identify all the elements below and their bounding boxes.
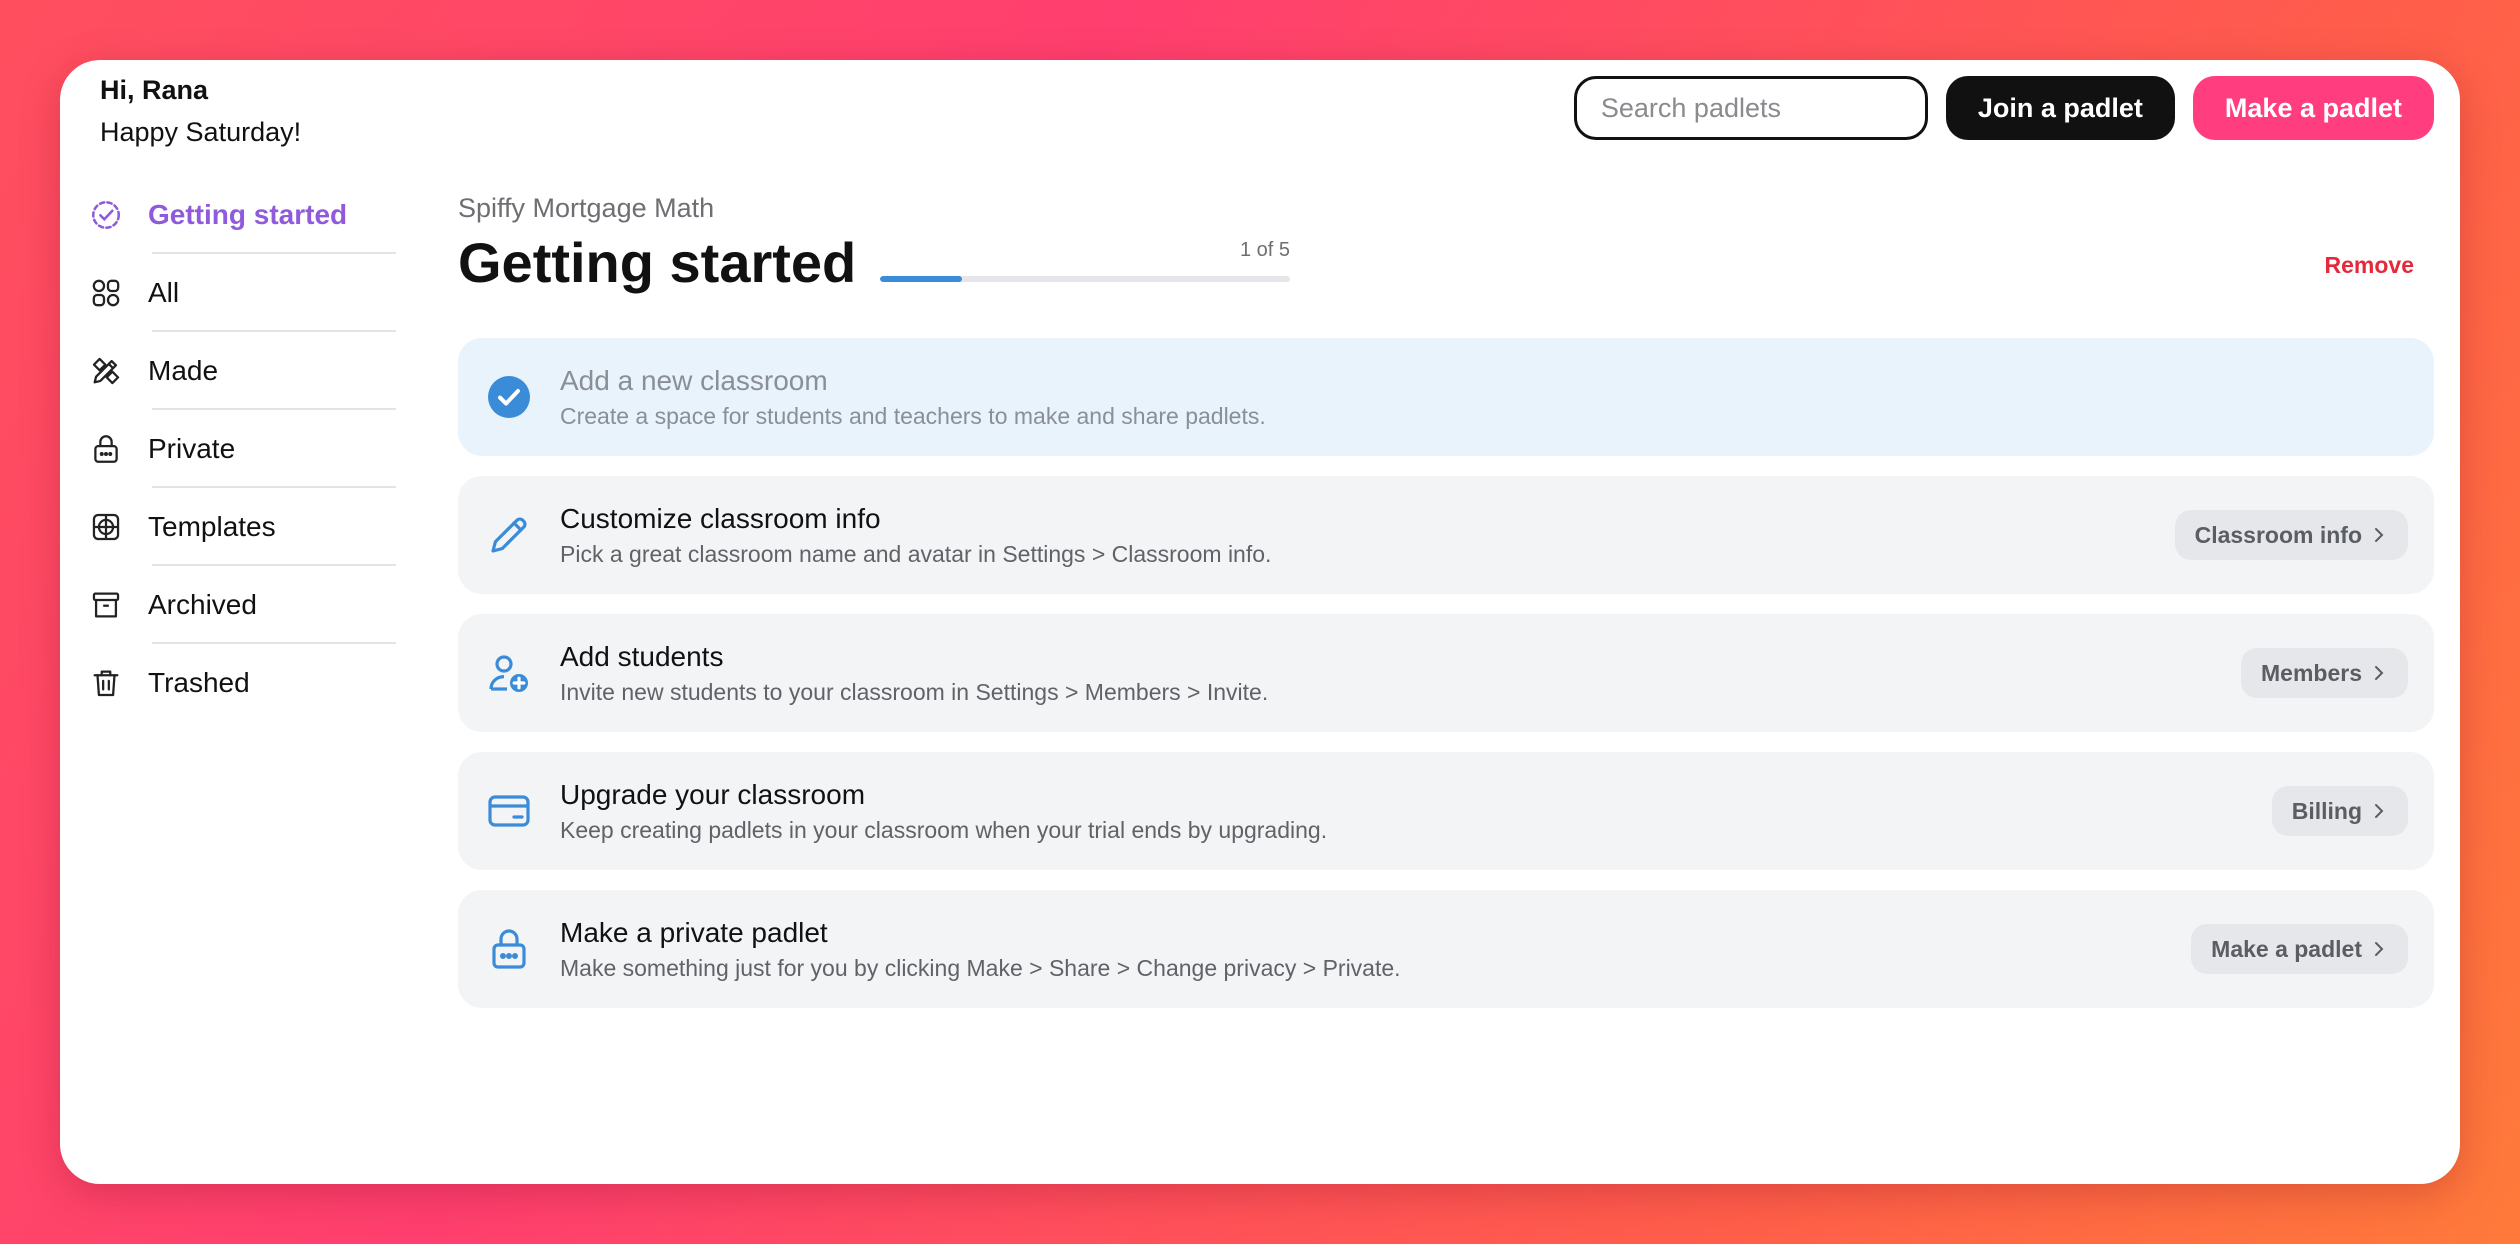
greeting: Hi, Rana Happy Saturday!	[100, 70, 301, 154]
archive-box-icon	[88, 587, 124, 623]
task-title: Customize classroom info	[560, 503, 881, 534]
chip-label: Classroom info	[2194, 521, 2362, 548]
task-text: Add a new classroom Create a space for s…	[560, 363, 1266, 431]
sidebar-item-label: Made	[148, 355, 219, 386]
billing-button[interactable]: Billing	[2271, 786, 2408, 836]
sidebar-item-label: Getting started	[148, 199, 348, 230]
task-private-padlet: Make a private padlet Make something jus…	[458, 890, 2434, 1008]
progress: 1 of 5	[880, 236, 1290, 282]
credit-card-icon	[484, 786, 534, 836]
header-actions: Join a padlet Make a padlet	[1573, 76, 2434, 140]
task-text: Upgrade your classroom Keep creating pad…	[560, 777, 1327, 845]
grid-shapes-icon	[88, 275, 124, 311]
task-add-classroom: Add a new classroom Create a space for s…	[458, 338, 2434, 456]
lock-icon	[88, 431, 124, 467]
join-padlet-button[interactable]: Join a padlet	[1945, 76, 2175, 140]
pencil-icon	[484, 510, 534, 560]
task-text: Make a private padlet Make something jus…	[560, 915, 1401, 983]
chevron-right-icon	[2375, 942, 2384, 956]
make-padlet-button[interactable]: Make a padlet	[2192, 76, 2434, 140]
chevron-right-icon	[2375, 666, 2384, 680]
task-list: Add a new classroom Create a space for s…	[458, 338, 2434, 1008]
greeting-name: Hi, Rana	[100, 75, 209, 105]
progress-label: 1 of 5	[1239, 239, 1290, 261]
greeting-day: Happy Saturday!	[100, 117, 302, 147]
sidebar-item-trashed[interactable]: Trashed	[88, 644, 396, 722]
sidebar-item-label: Templates	[148, 511, 276, 542]
task-text: Add students Invite new students to your…	[560, 639, 1268, 707]
task-customize-classroom: Customize classroom info Pick a great cl…	[458, 476, 2434, 594]
sidebar-item-templates[interactable]: Templates	[88, 488, 396, 566]
title-row: Getting started 1 of 5 Remove	[458, 226, 2434, 306]
task-title: Add students	[560, 641, 724, 672]
sidebar-item-archived[interactable]: Archived	[88, 566, 396, 644]
chip-label: Members	[2261, 659, 2362, 686]
chevron-right-icon	[2375, 528, 2384, 542]
org-name: Spiffy Mortgage Math	[458, 193, 715, 223]
task-desc: Pick a great classroom name and avatar i…	[560, 541, 1272, 567]
task-desc: Keep creating padlets in your classroom …	[560, 817, 1328, 843]
task-text: Customize classroom info Pick a great cl…	[560, 501, 1271, 569]
task-desc: Make something just for you by clicking …	[560, 955, 1401, 981]
user-add-icon	[484, 648, 534, 698]
check-circle-icon	[484, 372, 534, 422]
remove-button[interactable]: Remove	[2325, 252, 2414, 279]
page-title: Getting started	[458, 231, 857, 294]
progress-fill	[880, 276, 962, 282]
sidebar-item-label: All	[148, 277, 180, 308]
chevron-right-icon	[2375, 804, 2384, 818]
dashed-check-circle-icon	[88, 197, 124, 233]
app-window: Hi, Rana Happy Saturday! Join a padlet M…	[60, 60, 2460, 1184]
task-title: Add a new classroom	[560, 365, 828, 396]
task-desc: Invite new students to your classroom in…	[560, 679, 1269, 705]
classroom-info-button[interactable]: Classroom info	[2174, 510, 2408, 560]
sidebar-item-private[interactable]: Private	[88, 410, 396, 488]
task-add-students: Add students Invite new students to your…	[458, 614, 2434, 732]
task-title: Make a private padlet	[560, 917, 828, 948]
sidebar-item-label: Archived	[148, 589, 257, 620]
sidebar-item-getting-started[interactable]: Getting started	[88, 176, 396, 254]
sidebar-item-label: Trashed	[148, 667, 250, 698]
template-grid-icon	[88, 509, 124, 545]
members-button[interactable]: Members	[2241, 648, 2408, 698]
search-input[interactable]	[1573, 76, 1928, 140]
lock-icon	[484, 924, 534, 974]
task-title: Upgrade your classroom	[560, 779, 866, 810]
pencil-ruler-icon	[88, 353, 124, 389]
chip-label: Make a padlet	[2211, 935, 2362, 962]
progress-track	[880, 276, 1290, 282]
sidebar-item-made[interactable]: Made	[88, 332, 396, 410]
trash-icon	[88, 665, 124, 701]
chip-label: Billing	[2291, 797, 2362, 824]
sidebar-item-label: Private	[148, 433, 236, 464]
task-desc: Create a space for students and teachers…	[560, 403, 1266, 429]
main-content: Spiffy Mortgage Math Getting started 1 o…	[458, 190, 2434, 1028]
sidebar: Getting started All Made Private Templat…	[88, 176, 396, 722]
make-a-padlet-chip-button[interactable]: Make a padlet	[2191, 924, 2408, 974]
sidebar-item-all[interactable]: All	[88, 254, 396, 332]
task-upgrade-classroom: Upgrade your classroom Keep creating pad…	[458, 752, 2434, 870]
